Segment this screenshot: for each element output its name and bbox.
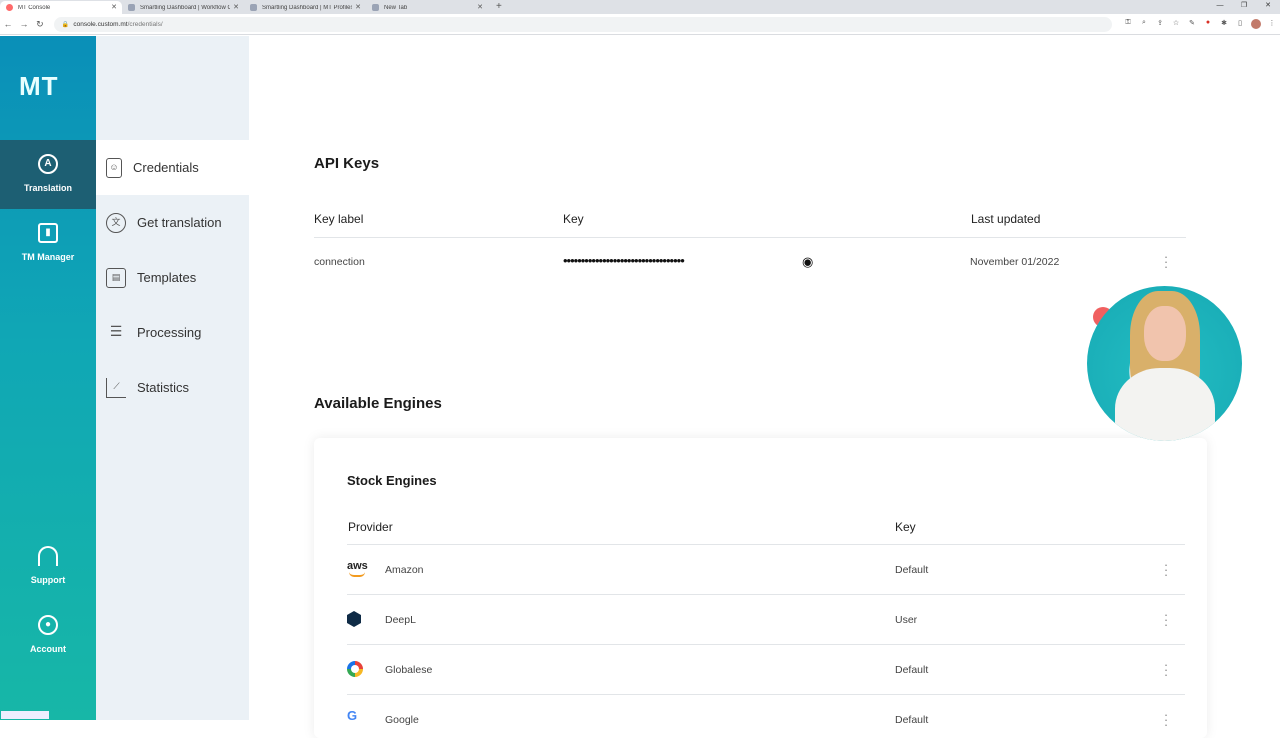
close-tab-icon[interactable]: ✕: [355, 3, 361, 11]
rail-item-account[interactable]: ● Account: [0, 601, 96, 670]
new-tab-button[interactable]: +: [496, 1, 502, 14]
aws-icon: aws: [347, 560, 369, 577]
last-updated-cell: November 01/2022: [970, 256, 1060, 268]
deepl-icon: [347, 611, 361, 627]
close-tab-icon[interactable]: ✕: [477, 3, 483, 11]
extensions-area: ⚿ ⌕ ⇪ ☆ ✎ ● ✱ ▯ ⋮: [1120, 19, 1280, 29]
provider-name: Google: [385, 714, 419, 726]
divider: [347, 644, 1185, 645]
key-label-cell: connection: [314, 256, 365, 268]
window-controls: — ❐ ✕: [1208, 0, 1280, 14]
translate-icon: 文: [106, 212, 126, 233]
extension-icon[interactable]: ●: [1200, 19, 1216, 29]
favicon-icon: [128, 4, 135, 11]
browser-tab[interactable]: New Tab ✕: [366, 1, 488, 14]
browser-tab[interactable]: MT Console ✕: [0, 1, 122, 14]
globe-icon: [372, 4, 379, 11]
provider-name: DeepL: [385, 614, 416, 626]
favicon-icon: [250, 4, 257, 11]
minimize-icon[interactable]: —: [1208, 0, 1232, 14]
browser-tab[interactable]: Smartling Dashboard | Workflow Ov ✕: [122, 1, 244, 14]
globalese-icon: [347, 661, 363, 677]
row-menu-icon[interactable]: · · ·: [1163, 558, 1169, 581]
zoom-icon[interactable]: ⌕: [1136, 19, 1152, 29]
headset-icon: [38, 546, 58, 566]
row-menu-icon[interactable]: · · ·: [1163, 608, 1169, 631]
provider-key: Default: [895, 714, 929, 726]
lock-icon: 🔒: [61, 21, 70, 28]
rail-item-tm-manager[interactable]: ▮ TM Manager: [0, 209, 96, 278]
submenu-item-statistics[interactable]: ⟋ Statistics: [96, 360, 249, 415]
close-tab-icon[interactable]: ✕: [233, 3, 239, 11]
translation-icon: A: [38, 154, 58, 174]
divider: [314, 237, 1186, 238]
close-window-icon[interactable]: ✕: [1256, 0, 1280, 14]
stock-engines-card: Stock Engines Provider Key aws Amazon De…: [314, 438, 1207, 738]
column-header-last-updated: Last updated: [971, 212, 1041, 226]
back-icon[interactable]: ←: [0, 19, 16, 29]
favicon-icon: [6, 4, 13, 11]
submenu-item-credentials[interactable]: ☺ Credentials: [96, 140, 249, 195]
rail-item-support[interactable]: Support: [0, 532, 96, 601]
sub-menu: ☺ Credentials 文 Get translation ▤ Templa…: [96, 36, 249, 720]
bar-chart-icon: ▮: [38, 223, 58, 243]
submenu-item-processing[interactable]: ☰ Processing: [96, 305, 249, 360]
forward-icon[interactable]: →: [16, 19, 32, 29]
address-bar: ← → ↻ 🔒 console.custom.mt/credentials/ ⚿…: [0, 14, 1280, 35]
presenter-video-bubble: [1087, 286, 1242, 441]
star-icon[interactable]: ☆: [1168, 19, 1184, 29]
api-keys-title: API Keys: [314, 155, 380, 172]
pen-icon[interactable]: ✎: [1184, 19, 1200, 29]
available-engines-title: Available Engines: [314, 395, 442, 412]
presenter-body: [1115, 368, 1215, 441]
provider-name: Amazon: [385, 564, 424, 576]
rail-item-translation[interactable]: A Translation: [0, 140, 96, 209]
profile-avatar[interactable]: [1251, 19, 1261, 29]
restore-icon[interactable]: ❐: [1232, 0, 1256, 14]
google-icon: G: [347, 708, 358, 723]
divider: [347, 694, 1185, 695]
close-tab-icon[interactable]: ✕: [111, 3, 117, 11]
share-icon[interactable]: ⇪: [1152, 19, 1168, 29]
status-bar: [1, 711, 49, 719]
browser-tab-bar: MT Console ✕ Smartling Dashboard | Workf…: [0, 0, 1280, 14]
line-chart-icon: ⟋: [106, 377, 126, 398]
masked-key: ••••••••••••••••••••••••••••••••••: [563, 253, 685, 268]
user-circle-icon: ●: [38, 615, 58, 635]
eye-off-icon[interactable]: ◉: [802, 254, 818, 269]
layout-icon: ▤: [106, 267, 126, 288]
submenu-item-get-translation[interactable]: 文 Get translation: [96, 195, 249, 250]
menu-icon[interactable]: ⋮: [1264, 19, 1280, 29]
provider-key: Default: [895, 664, 929, 676]
mt-logo: MT: [19, 71, 59, 101]
column-header-engine-key: Key: [895, 520, 916, 534]
app-rail: MT A Translation ▮ TM Manager Support ● …: [0, 36, 96, 720]
sliders-icon: ☰: [109, 322, 123, 339]
column-header-key-label: Key label: [314, 212, 364, 226]
url-input[interactable]: 🔒 console.custom.mt/credentials/: [53, 16, 1112, 32]
id-badge-icon: ☺: [106, 157, 122, 178]
sidebar-icon[interactable]: ▯: [1232, 19, 1248, 29]
provider-key: Default: [895, 564, 929, 576]
presenter-face: [1144, 306, 1186, 361]
column-header-provider: Provider: [348, 520, 393, 534]
stock-engines-title: Stock Engines: [347, 473, 437, 488]
row-menu-icon[interactable]: · · ·: [1163, 658, 1169, 681]
submenu-item-templates[interactable]: ▤ Templates: [96, 250, 249, 305]
browser-tab[interactable]: Smartling Dashboard | MT Profiles ✕: [244, 1, 366, 14]
puzzle-icon[interactable]: ✱: [1216, 19, 1232, 29]
reload-icon[interactable]: ↻: [32, 19, 48, 30]
row-menu-icon[interactable]: · · ·: [1163, 250, 1169, 273]
key-icon[interactable]: ⚿: [1120, 19, 1136, 29]
column-header-key: Key: [563, 212, 584, 226]
provider-key: User: [895, 614, 918, 626]
divider: [347, 594, 1185, 595]
provider-name: Globalese: [385, 664, 433, 676]
divider: [347, 544, 1185, 545]
